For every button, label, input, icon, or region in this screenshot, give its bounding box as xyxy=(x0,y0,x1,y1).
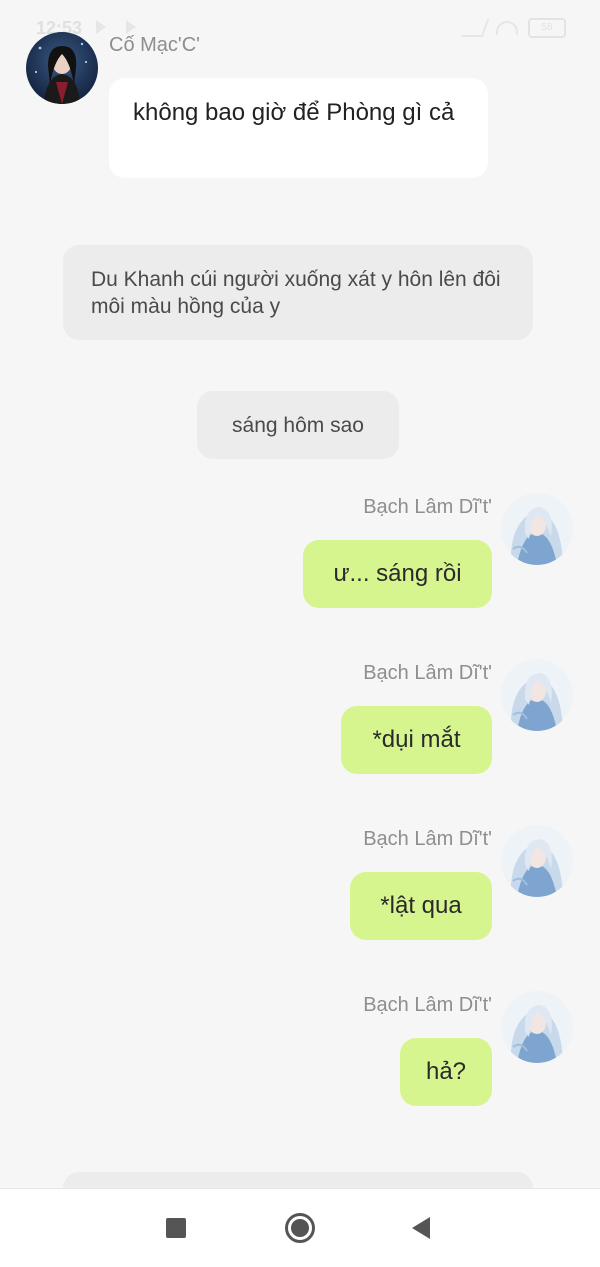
message-text: *dụi mắt xyxy=(372,726,461,753)
message-bubble[interactable]: hả? xyxy=(400,1038,492,1106)
media-play-icon xyxy=(126,20,136,34)
dark-haired-man-avatar[interactable] xyxy=(26,32,98,104)
message-text: ư... sáng rồi xyxy=(333,560,462,587)
sender-name: Bạch Lâm Dĩ't' xyxy=(363,828,492,850)
battery-icon: 58 xyxy=(528,18,566,38)
narration-text: sáng hôm sao xyxy=(232,414,364,437)
sender-name: Bạch Lâm Dĩ't' xyxy=(363,662,492,684)
white-haired-avatar[interactable] xyxy=(501,825,573,897)
sender-name: Bạch Lâm Dĩ't' xyxy=(363,496,492,518)
circle-icon[interactable] xyxy=(285,1213,315,1243)
white-haired-avatar[interactable] xyxy=(501,991,573,1063)
media-play-icon xyxy=(96,20,106,34)
triangle-back-icon[interactable] xyxy=(412,1217,430,1239)
signal-icon xyxy=(460,19,490,37)
white-haired-avatar[interactable] xyxy=(501,493,573,565)
message-bubble[interactable]: *dụi mắt xyxy=(341,706,492,774)
narration-bubble[interactable]: sáng hôm sao xyxy=(197,391,399,459)
status-icons: 58 xyxy=(460,18,566,38)
message-text: không bao giờ để Phòng gì cả xyxy=(133,99,455,126)
chat-screen: 12:53 58 Cố Mạc'C' không bao giờ để Phòn… xyxy=(0,0,600,1267)
square-icon[interactable] xyxy=(166,1218,186,1238)
message-text: hả? xyxy=(425,1058,467,1085)
sender-name: Bạch Lâm Dĩ't' xyxy=(363,994,492,1016)
message-text: *lật qua xyxy=(380,892,462,919)
narration-bubble[interactable]: Du Khanh cúi người xuống xát y hôn lên đ… xyxy=(63,245,533,340)
message-bubble[interactable]: *lật qua xyxy=(350,872,492,940)
wifi-icon xyxy=(496,21,518,35)
message-bubble[interactable]: không bao giờ để Phòng gì cả xyxy=(109,78,488,178)
sender-name: Cố Mạc'C' xyxy=(109,34,200,56)
system-nav-bar xyxy=(0,1188,600,1267)
message-bubble[interactable]: ư... sáng rồi xyxy=(303,540,492,608)
white-haired-avatar[interactable] xyxy=(501,659,573,731)
narration-text: Du Khanh cúi người xuống xát y hôn lên đ… xyxy=(91,268,501,318)
